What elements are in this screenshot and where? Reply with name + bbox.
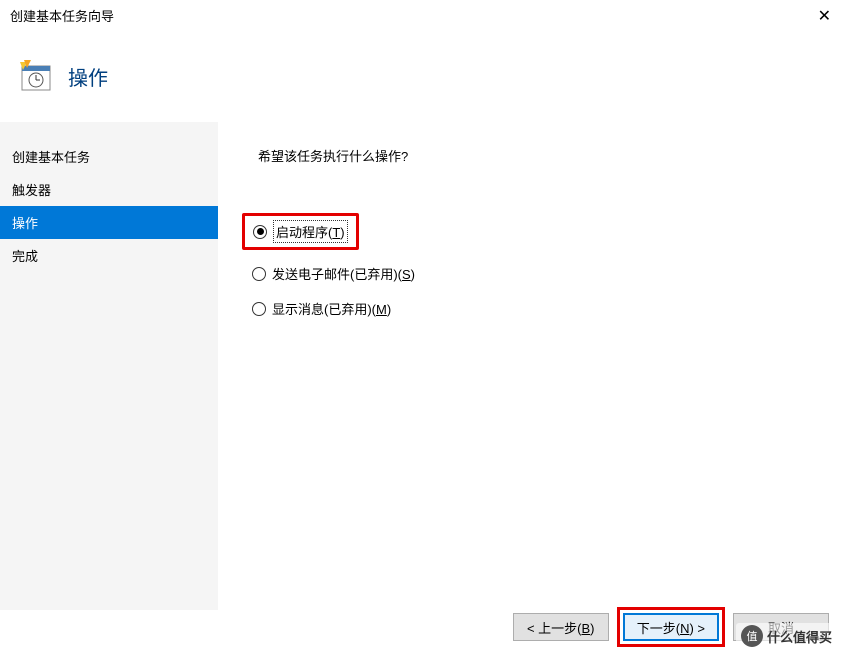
radio-label: 发送电子邮件(已弃用)(S) (272, 264, 415, 283)
action-option[interactable]: 启动程序(T) (242, 213, 359, 250)
close-icon[interactable]: ✕ (818, 6, 831, 26)
radio-label: 显示消息(已弃用)(M) (272, 299, 391, 318)
action-prompt: 希望该任务执行什么操作? (248, 146, 813, 165)
back-button[interactable]: < 上一步(B) (513, 613, 609, 641)
radio-icon (253, 225, 267, 239)
sidebar-item[interactable]: 操作 (0, 206, 218, 239)
next-button-highlight: 下一步(N) > (617, 607, 725, 647)
watermark-text: 什么值得买 (767, 627, 832, 646)
wizard-sidebar: 创建基本任务触发器操作完成 (0, 122, 218, 610)
action-option[interactable]: 显示消息(已弃用)(M) (248, 297, 395, 320)
sidebar-item[interactable]: 完成 (0, 239, 218, 272)
wizard-content: 希望该任务执行什么操作? 启动程序(T) 发送电子邮件(已弃用)(S) 显示消息(已… (218, 122, 843, 610)
action-radio-group: 启动程序(T) 发送电子邮件(已弃用)(S) 显示消息(已弃用)(M) (248, 213, 813, 320)
watermark: 值 什么值得买 (736, 623, 837, 649)
radio-label: 启动程序(T) (273, 220, 348, 243)
next-button[interactable]: 下一步(N) > (623, 613, 719, 641)
main-area: 创建基本任务触发器操作完成 希望该任务执行什么操作? 启动程序(T) 发送电子邮件… (0, 122, 843, 610)
watermark-badge-icon: 值 (741, 625, 763, 647)
page-title: 操作 (68, 62, 108, 91)
window-title: 创建基本任务向导 (10, 6, 114, 25)
radio-icon (252, 267, 266, 281)
sidebar-item[interactable]: 创建基本任务 (0, 140, 218, 173)
sidebar-item[interactable]: 触发器 (0, 173, 218, 206)
action-option[interactable]: 发送电子邮件(已弃用)(S) (248, 262, 419, 285)
task-scheduler-icon (18, 58, 54, 94)
radio-icon (252, 302, 266, 316)
wizard-header: 操作 (0, 30, 843, 122)
title-bar: 创建基本任务向导 ✕ (0, 0, 843, 30)
